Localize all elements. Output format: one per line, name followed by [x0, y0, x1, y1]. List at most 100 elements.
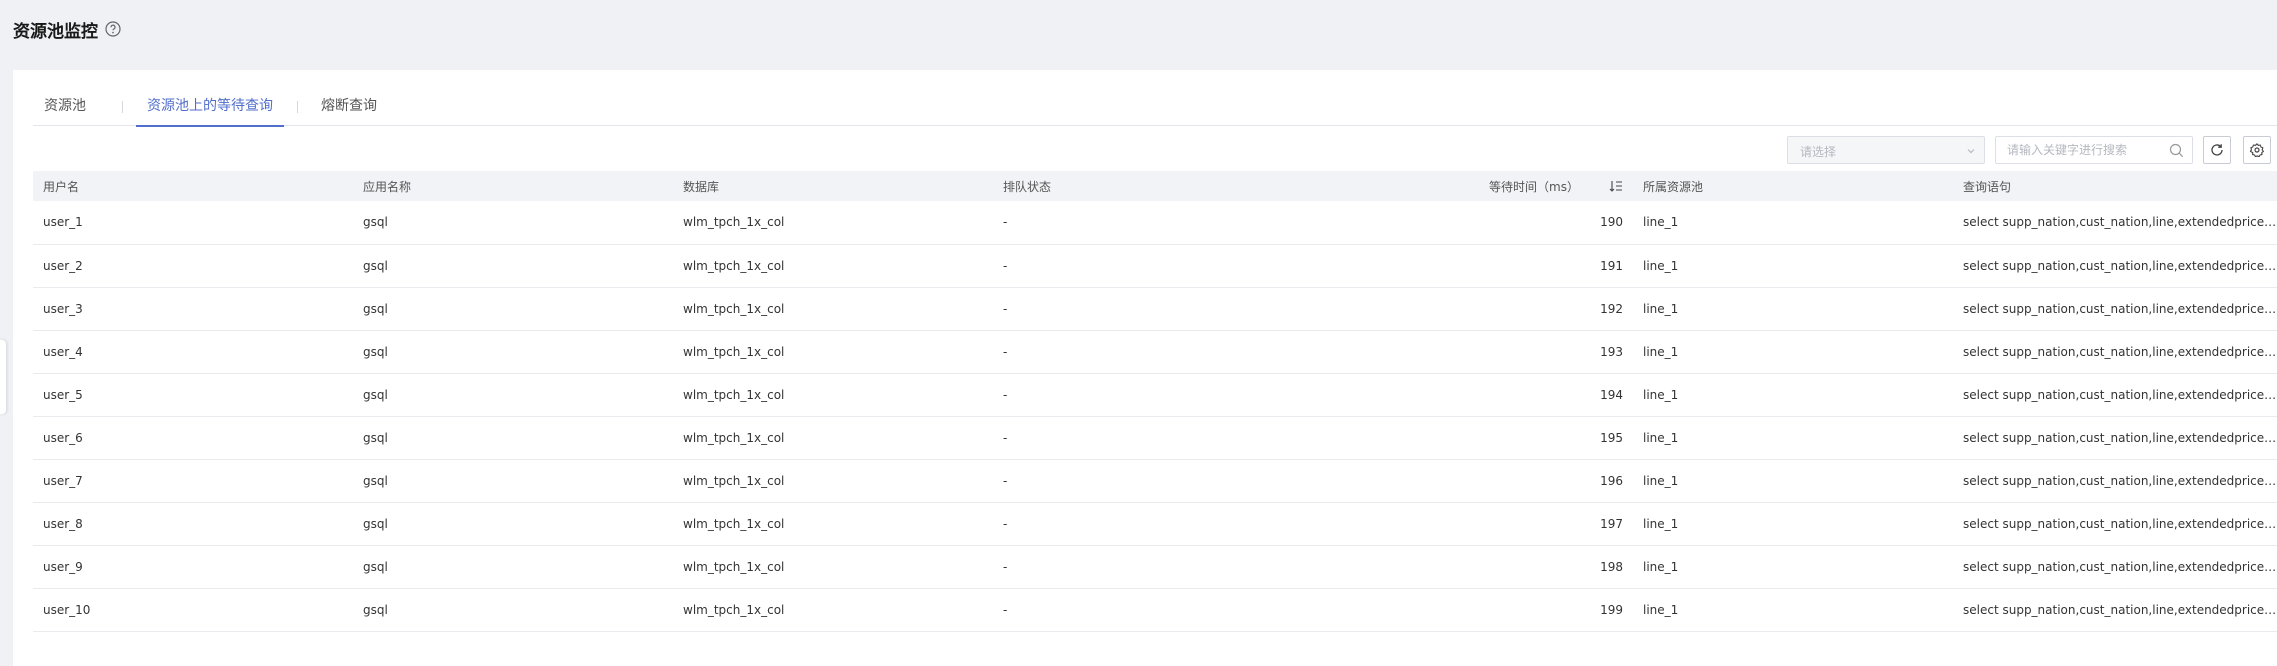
settings-button[interactable] — [2243, 136, 2271, 164]
main-card: 资源池 资源池上的等待查询 熔断查询 请选择 请输入关键字进行搜索 用户名 应用… — [13, 70, 2277, 666]
page-header: 资源池监控 — [0, 0, 2277, 70]
cell-app-name: gsql — [363, 258, 388, 273]
tab-resource-pool[interactable]: 资源池 — [44, 96, 86, 126]
table-row[interactable]: user_10 gsql wlm_tpch_1x_col - 199 line_1 sele… — [33, 588, 2277, 631]
tab-bar: 资源池 资源池上的等待查询 熔断查询 — [33, 96, 2277, 127]
filter-select[interactable]: 请选择 — [1787, 136, 1985, 164]
cell-app-name: gsql — [363, 602, 388, 617]
cell-query-statement: select supp_nation,cust_nation,line,exte… — [1963, 258, 2277, 273]
cell-wait-time: 192 — [1600, 301, 1623, 316]
cell-resource-pool: line_1 — [1643, 602, 1679, 617]
cell-wait-time: 199 — [1600, 602, 1623, 617]
table-row[interactable]: user_8 gsql wlm_tpch_1x_col - 197 line_1 selec… — [33, 502, 2277, 545]
cell-query-statement: select supp_nation,cust_nation,line,exte… — [1963, 430, 2277, 445]
cell-resource-pool: line_1 — [1643, 301, 1679, 316]
cell-resource-pool: line_1 — [1643, 258, 1679, 273]
cell-database: wlm_tpch_1x_col — [683, 215, 785, 230]
search-input[interactable] — [1997, 138, 2157, 162]
cell-database: wlm_tpch_1x_col — [683, 602, 785, 617]
tab-waiting-queries[interactable]: 资源池上的等待查询 — [136, 96, 284, 127]
cell-wait-time: 196 — [1600, 473, 1623, 488]
cell-app-name: gsql — [363, 430, 388, 445]
column-header-query-statement[interactable]: 查询语句 — [1953, 171, 2277, 201]
search-box[interactable] — [1995, 136, 2193, 164]
cell-app-name: gsql — [363, 559, 388, 574]
cell-app-name: gsql — [363, 473, 388, 488]
table-row[interactable]: user_4 gsql wlm_tpch_1x_col - 193 line_1 selec… — [33, 330, 2277, 373]
column-header-resource-pool[interactable]: 所属资源池 — [1633, 171, 1953, 201]
cell-database: wlm_tpch_1x_col — [683, 516, 785, 531]
tab-separator — [122, 101, 123, 113]
cell-resource-pool: line_1 — [1643, 387, 1679, 402]
table-row[interactable]: user_3 gsql wlm_tpch_1x_col - 192 line_1 selec… — [33, 287, 2277, 330]
page-title: 资源池监控 — [13, 22, 98, 42]
cell-queue-status: - — [1003, 559, 1008, 574]
cell-wait-time: 194 — [1600, 387, 1623, 402]
cell-app-name: gsql — [363, 516, 388, 531]
wait-time-label: 等待时间（ms） — [1489, 179, 1579, 194]
tab-circuit-break-queries[interactable]: 熔断查询 — [321, 96, 377, 126]
cell-queue-status: - — [1003, 258, 1008, 273]
cell-resource-pool: line_1 — [1643, 473, 1679, 488]
cell-queue-status: - — [1003, 387, 1008, 402]
cell-database: wlm_tpch_1x_col — [683, 344, 785, 359]
cell-queue-status: - — [1003, 473, 1008, 488]
table-row[interactable]: user_1 gsql wlm_tpch_1x_col - 190 line_1 selec… — [33, 201, 2277, 244]
cell-resource-pool: line_1 — [1643, 344, 1679, 359]
cell-database: wlm_tpch_1x_col — [683, 301, 785, 316]
cell-query-statement: select supp_nation,cust_nation,line,exte… — [1963, 387, 2277, 402]
table-row[interactable]: user_2 gsql wlm_tpch_1x_col - 191 line_1 selec… — [33, 244, 2277, 287]
cell-queue-status: - — [1003, 344, 1008, 359]
tab-separator — [297, 101, 298, 113]
refresh-button[interactable] — [2203, 136, 2231, 164]
cell-username: user_2 — [43, 258, 83, 273]
cell-queue-status: - — [1003, 516, 1008, 531]
cell-database: wlm_tpch_1x_col — [683, 473, 785, 488]
cell-resource-pool: line_1 — [1643, 215, 1679, 230]
cell-wait-time: 190 — [1600, 215, 1623, 230]
cell-query-statement: select supp_nation,cust_nation,line,exte… — [1963, 215, 2277, 230]
cell-queue-status: - — [1003, 430, 1008, 445]
chevron-down-icon — [1967, 149, 1975, 154]
column-header-username[interactable]: 用户名 — [33, 171, 353, 201]
cell-username: user_10 — [43, 602, 91, 617]
cell-wait-time: 198 — [1600, 559, 1623, 574]
filter-select-placeholder: 请选择 — [1800, 145, 1837, 159]
column-header-database[interactable]: 数据库 — [673, 171, 993, 201]
table-row[interactable]: user_6 gsql wlm_tpch_1x_col - 195 line_1 selec… — [33, 416, 2277, 459]
column-header-app-name[interactable]: 应用名称 — [353, 171, 673, 201]
cell-database: wlm_tpch_1x_col — [683, 258, 785, 273]
cell-username: user_8 — [43, 516, 83, 531]
search-icon[interactable] — [2169, 143, 2184, 158]
cell-query-statement: select supp_nation,cust_nation,line,exte… — [1963, 516, 2277, 531]
cell-username: user_4 — [43, 344, 83, 359]
gear-icon — [2250, 143, 2264, 157]
cell-queue-status: - — [1003, 215, 1008, 230]
table-row[interactable]: user_9 gsql wlm_tpch_1x_col - 198 line_1 selec… — [33, 545, 2277, 588]
table-row[interactable]: user_5 gsql wlm_tpch_1x_col - 194 line_1 selec… — [33, 373, 2277, 416]
sort-icon[interactable] — [1609, 179, 1623, 193]
cell-database: wlm_tpch_1x_col — [683, 559, 785, 574]
cell-database: wlm_tpch_1x_col — [683, 430, 785, 445]
cell-username: user_5 — [43, 387, 83, 402]
table-row[interactable]: user_7 gsql wlm_tpch_1x_col - 196 line_1 selec… — [33, 459, 2277, 502]
cell-wait-time: 195 — [1600, 430, 1623, 445]
cell-username: user_7 — [43, 473, 83, 488]
cell-app-name: gsql — [363, 301, 388, 316]
cell-app-name: gsql — [363, 387, 388, 402]
cell-app-name: gsql — [363, 344, 388, 359]
cell-wait-time: 193 — [1600, 344, 1623, 359]
cell-wait-time: 191 — [1600, 258, 1623, 273]
refresh-icon — [2211, 144, 2223, 156]
table-header-row: 用户名 应用名称 数据库 排队状态 等待时间（ms） 所属资源池 查询语句 — [33, 171, 2277, 201]
column-header-queue-status[interactable]: 排队状态 — [993, 171, 1313, 201]
side-collapse-handle[interactable] — [0, 340, 6, 414]
cell-queue-status: - — [1003, 602, 1008, 617]
waiting-queries-table: 用户名 应用名称 数据库 排队状态 等待时间（ms） 所属资源池 查询语句 us… — [33, 171, 2277, 632]
cell-query-statement: select supp_nation,cust_nation,line,exte… — [1963, 344, 2277, 359]
cell-resource-pool: line_1 — [1643, 559, 1679, 574]
column-header-wait-time[interactable]: 等待时间（ms） — [1313, 171, 1633, 201]
cell-query-statement: select supp_nation,cust_nation,line,exte… — [1963, 559, 2277, 574]
cell-queue-status: - — [1003, 301, 1008, 316]
help-icon[interactable] — [105, 21, 121, 37]
